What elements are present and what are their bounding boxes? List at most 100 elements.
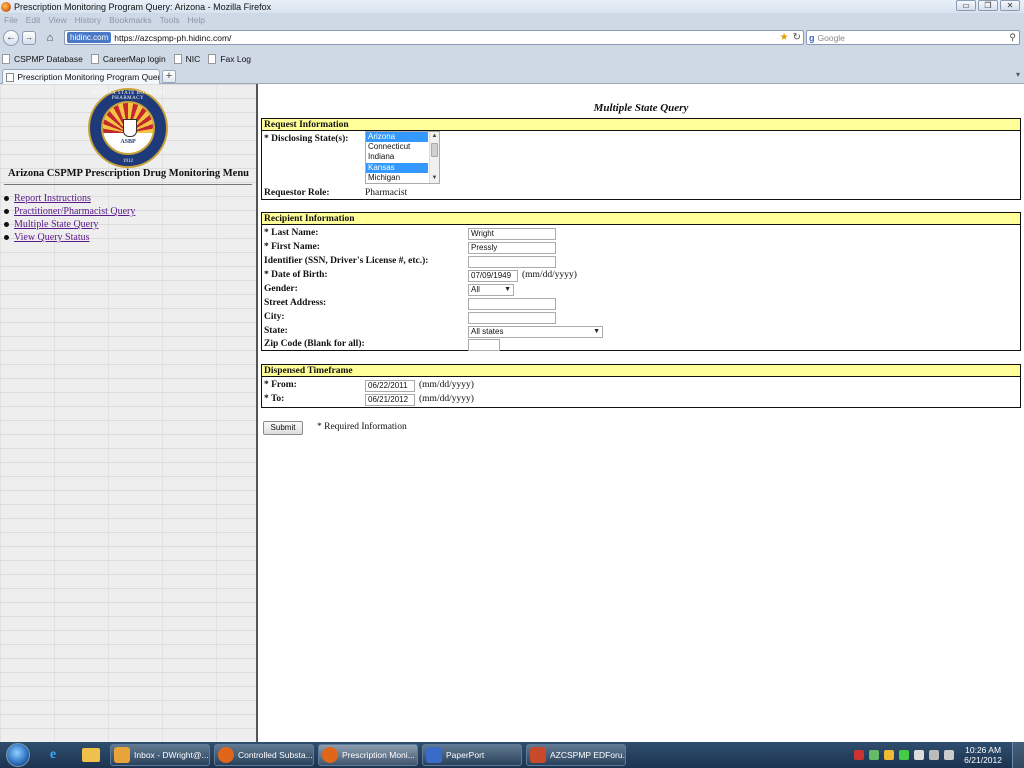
gender-value: All (471, 285, 480, 294)
view-query-status-link[interactable]: View Query Status (14, 232, 90, 243)
reload-icon[interactable]: ↻ (793, 31, 801, 44)
volume-icon[interactable] (944, 750, 955, 760)
page-icon (2, 53, 10, 64)
network-icon[interactable] (869, 750, 880, 760)
bookmark-item[interactable]: CareerMap login (90, 53, 166, 64)
system-clock[interactable]: 10:26 AM 6/21/2012 (964, 745, 1002, 765)
tab-label: Prescription Monitoring Program Query:..… (17, 72, 159, 82)
folder-icon[interactable] (76, 744, 106, 766)
start-button-icon[interactable] (6, 743, 30, 767)
recipient-information-section: Recipient Information * Last Name: Wrigh… (261, 212, 1021, 351)
bullet-icon (4, 222, 9, 227)
last-name-field[interactable]: Wright (468, 228, 556, 240)
windows-taskbar: e Inbox - DWright@... Controlled Substa.… (0, 742, 1024, 768)
flag-icon[interactable] (914, 750, 925, 760)
page-icon (90, 53, 99, 64)
state-option[interactable]: Connecticut (366, 142, 428, 152)
state-option[interactable]: Arizona (366, 132, 428, 143)
dob-label: * Date of Birth: (264, 270, 328, 280)
taskbar-item-prescription-monitoring[interactable]: Prescription Moni... (318, 744, 418, 766)
url-text[interactable]: https://azcspmp-ph.hidinc.com/ (114, 33, 231, 43)
internet-explorer-icon[interactable]: e (38, 744, 68, 766)
star-icon[interactable]: ★ (780, 31, 789, 44)
taskbar-item-controlled-substances[interactable]: Controlled Substa... (214, 744, 314, 766)
url-bar[interactable]: hidinc.com https://azcspmp-ph.hidinc.com… (64, 30, 804, 45)
state-select[interactable]: All states ▼ (468, 326, 603, 338)
notification-icon[interactable] (884, 750, 895, 760)
scroll-up-icon[interactable]: ▲ (430, 132, 439, 141)
first-name-field[interactable]: Pressly (468, 242, 556, 254)
display-icon[interactable] (929, 750, 940, 760)
taskbar-item-paperport[interactable]: PaperPort (422, 744, 522, 766)
mortar-pestle-icon (123, 119, 137, 137)
practitioner-query-link[interactable]: Practitioner/Pharmacist Query (14, 206, 135, 217)
identifier-field[interactable] (468, 256, 556, 268)
bookmarks-bar: CSPMP Database CareerMap login NIC Fax L… (0, 50, 1024, 67)
menu-tools[interactable]: Tools (160, 15, 180, 25)
tab-active[interactable]: Prescription Monitoring Program Query:..… (2, 69, 160, 84)
minimize-button[interactable]: ▭ (956, 0, 976, 11)
dob-field[interactable]: 07/09/1949 (468, 270, 518, 282)
task-label: Prescription Moni... (342, 750, 415, 760)
state-option[interactable]: Indiana (366, 152, 428, 162)
menu-file[interactable]: File (4, 15, 18, 25)
taskbar-item-azcspmp-edforum[interactable]: AZCSPMP EDForu... (526, 744, 626, 766)
task-label: Controlled Substa... (238, 750, 313, 760)
close-button[interactable]: ✕ (1000, 0, 1020, 11)
bookmark-item[interactable]: CSPMP Database (2, 53, 83, 64)
search-input[interactable]: g Google ⚲ (806, 30, 1020, 45)
scroll-down-icon[interactable]: ▼ (430, 174, 439, 183)
zip-field[interactable] (468, 339, 500, 351)
new-tab-button[interactable]: + (162, 70, 176, 83)
google-icon[interactable]: g (809, 33, 815, 43)
outlook-icon (114, 747, 130, 763)
search-icon[interactable]: ⚲ (1009, 31, 1016, 44)
from-date-field[interactable]: 06/22/2011 (365, 380, 415, 392)
requestor-role-value: Pharmacist (365, 188, 408, 198)
bookmark-item[interactable]: Fax Log (208, 53, 251, 64)
task-label: Inbox - DWright@... (134, 750, 209, 760)
from-format-hint: (mm/dd/yyyy) (419, 380, 474, 390)
tab-list-icon[interactable]: ▾ (1016, 70, 1020, 79)
page-content: ARIZONA STATE BOARD OF PHARMACY ASBP 191… (0, 84, 1024, 742)
sidebar-item-multiple-state-query: Multiple State Query (4, 218, 135, 231)
gender-select[interactable]: All ▼ (468, 284, 514, 296)
seal-year: 1912 (123, 159, 133, 164)
disclosing-states-listbox[interactable]: Arizona Connecticut Indiana Kansas Michi… (365, 131, 440, 184)
to-date-field[interactable]: 06/21/2012 (365, 394, 415, 406)
show-desktop-button[interactable] (1012, 742, 1024, 768)
from-label: * From: (264, 380, 297, 390)
scroll-thumb[interactable] (431, 143, 438, 157)
task-label: AZCSPMP EDForu... (550, 750, 626, 760)
listbox-scrollbar[interactable]: ▲ ▼ (429, 132, 439, 183)
security-icon[interactable] (854, 750, 865, 760)
bullet-icon (4, 235, 9, 240)
menu-history[interactable]: History (75, 15, 101, 25)
taskbar-item-inbox[interactable]: Inbox - DWright@... (110, 744, 210, 766)
home-icon[interactable]: ⌂ (42, 30, 58, 46)
state-label: State: (264, 326, 288, 336)
state-option[interactable]: Kansas (366, 162, 428, 173)
site-identity-badge[interactable]: hidinc.com (67, 32, 112, 43)
menu-bookmarks[interactable]: Bookmarks (109, 15, 152, 25)
forward-icon[interactable]: → (22, 31, 36, 45)
multiple-state-query-link[interactable]: Multiple State Query (14, 219, 98, 230)
update-icon[interactable] (899, 750, 910, 760)
maximize-button[interactable]: ❐ (978, 0, 998, 11)
report-instructions-link[interactable]: Report Instructions (14, 193, 91, 204)
window-title-bar: Prescription Monitoring Program Query: A… (0, 0, 1024, 13)
chevron-down-icon: ▼ (504, 286, 511, 293)
menu-help[interactable]: Help (187, 15, 204, 25)
city-field[interactable] (468, 312, 556, 324)
bookmark-item[interactable]: NIC (173, 53, 200, 64)
street-field[interactable] (468, 298, 556, 310)
request-information-section: Request Information * Disclosing State(s… (261, 118, 1021, 200)
zip-label: Zip Code (Blank for all): (264, 339, 365, 349)
firefox-icon (1, 1, 11, 12)
back-icon[interactable]: ← (3, 30, 19, 46)
gender-label: Gender: (264, 284, 298, 294)
state-option[interactable]: Michigan (366, 173, 428, 183)
submit-button[interactable]: Submit (263, 421, 303, 435)
menu-view[interactable]: View (48, 15, 66, 25)
menu-edit[interactable]: Edit (26, 15, 41, 25)
